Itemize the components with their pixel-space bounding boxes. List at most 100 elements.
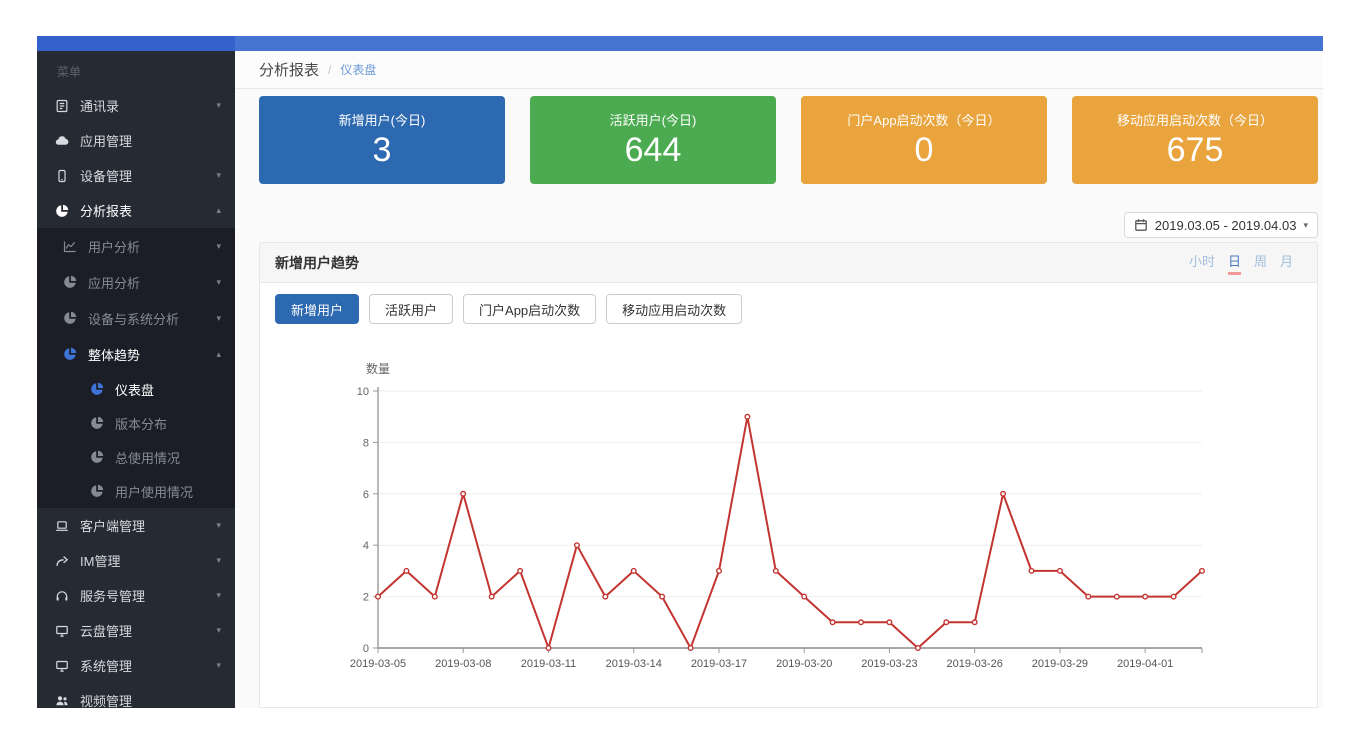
sidebar-item-label: 分析报表 xyxy=(80,201,132,220)
pie-chart-icon xyxy=(63,311,77,325)
sidebar-item-analytics-reports[interactable]: 分析报表 ▴ xyxy=(37,193,235,228)
sidebar-item-app-management[interactable]: 应用管理 xyxy=(37,123,235,158)
series-button-portal-app-launches[interactable]: 门户App启动次数 xyxy=(463,294,596,324)
trend-panel-body: 新增用户活跃用户门户App启动次数移动应用启动次数 0246810数量2019-… xyxy=(260,294,1317,673)
series-button-active-users[interactable]: 活跃用户 xyxy=(369,294,453,324)
sidebar-menu-label: 菜单 xyxy=(37,51,235,88)
period-tabs: 小时日周月 xyxy=(1189,251,1293,275)
svg-text:2019-03-20: 2019-03-20 xyxy=(776,658,832,670)
sidebar-item-system-management[interactable]: 系统管理 ▾ xyxy=(37,648,235,683)
sidebar-item-client-management[interactable]: 客户端管理▾ xyxy=(37,508,235,543)
svg-text:数量: 数量 xyxy=(366,361,390,376)
svg-text:2019-04-01: 2019-04-01 xyxy=(1117,658,1173,670)
sidebar-item-version-distribution[interactable]: 版本分布 xyxy=(37,406,235,440)
sidebar-item-label: 通讯录 xyxy=(80,96,119,115)
sidebar-item-app-analysis[interactable]: 应用分析 ▾ xyxy=(37,264,235,300)
sidebar-item-dashboard[interactable]: 仪表盘 xyxy=(37,372,235,406)
mobile-icon xyxy=(55,169,69,183)
breadcrumb-current-link[interactable]: 仪表盘 xyxy=(340,61,376,78)
period-tab-week[interactable]: 周 xyxy=(1254,251,1267,275)
svg-text:6: 6 xyxy=(363,489,369,501)
svg-text:2: 2 xyxy=(363,592,369,604)
contacts-icon xyxy=(55,99,69,113)
chevron-up-icon: ▴ xyxy=(216,350,221,359)
calendar-icon xyxy=(1134,218,1148,232)
stat-card-label: 活跃用户(今日) xyxy=(530,110,776,129)
pie-chart-icon xyxy=(90,382,104,396)
sidebar-item-label: 应用分析 xyxy=(88,273,140,292)
period-tab-day[interactable]: 日 xyxy=(1228,251,1241,275)
chevron-down-icon: ▾ xyxy=(216,314,221,323)
date-range-picker[interactable]: 2019.03.05 - 2019.04.03 ▾ xyxy=(1124,212,1318,238)
period-tab-month[interactable]: 月 xyxy=(1280,251,1293,275)
chevron-down-icon: ▾ xyxy=(216,661,221,670)
stat-card-value: 644 xyxy=(530,131,776,170)
users-icon xyxy=(55,694,69,708)
sidebar-item-user-usage[interactable]: 用户使用情况 xyxy=(37,474,235,508)
stat-card-active-users-today: 活跃用户(今日) 644 xyxy=(530,96,776,184)
stat-cards-row: 新增用户(今日)3活跃用户(今日)644门户App启动次数（今日）0移动应用启动… xyxy=(259,96,1318,184)
content-area: 新增用户(今日)3活跃用户(今日)644门户App启动次数（今日）0移动应用启动… xyxy=(235,89,1323,708)
trend-panel: 新增用户趋势 小时日周月 新增用户活跃用户门户App启动次数移动应用启动次数 0… xyxy=(259,242,1318,708)
svg-text:2019-03-17: 2019-03-17 xyxy=(691,658,747,670)
sidebar-item-user-analysis[interactable]: 用户分析▾ xyxy=(37,228,235,264)
series-buttons-row: 新增用户活跃用户门户App启动次数移动应用启动次数 xyxy=(275,294,1317,324)
sidebar-item-im-management[interactable]: IM管理 ▾ xyxy=(37,543,235,578)
svg-text:2019-03-08: 2019-03-08 xyxy=(435,658,491,670)
series-button-new-users[interactable]: 新增用户 xyxy=(275,294,359,324)
sidebar-item-device-management[interactable]: 设备管理▾ xyxy=(37,158,235,193)
chevron-down-icon: ▾ xyxy=(216,556,221,565)
chevron-down-icon: ▾ xyxy=(216,278,221,287)
breadcrumb-parent-link[interactable]: 分析报表 xyxy=(259,59,319,80)
sidebar-item-label: 系统管理 xyxy=(80,656,132,675)
sidebar-item-total-usage[interactable]: 总使用情况 xyxy=(37,440,235,474)
caret-down-icon: ▾ xyxy=(1303,220,1308,231)
sidebar-item-overall-trend[interactable]: 整体趋势▴ xyxy=(37,336,235,372)
svg-text:2019-03-11: 2019-03-11 xyxy=(521,658,576,670)
sidebar-item-label: 设备管理 xyxy=(80,166,132,185)
page: 菜单 通讯录▾应用管理设备管理▾分析报表▴用户分析▾应用分析▾设备与系统分析▾整… xyxy=(0,0,1357,745)
sidebar: 菜单 通讯录▾应用管理设备管理▾分析报表▴用户分析▾应用分析▾设备与系统分析▾整… xyxy=(37,51,235,708)
stat-card-label: 新增用户(今日) xyxy=(259,110,505,129)
monitor-icon xyxy=(55,659,69,673)
svg-text:2019-03-14: 2019-03-14 xyxy=(606,658,662,670)
pie-chart-icon xyxy=(90,450,104,464)
stat-card-mobile-app-launches: 移动应用启动次数（今日）675 xyxy=(1072,96,1318,184)
chevron-down-icon: ▾ xyxy=(216,626,221,635)
chevron-up-icon: ▴ xyxy=(216,206,221,215)
svg-text:8: 8 xyxy=(363,437,369,449)
series-button-mobile-app-launches[interactable]: 移动应用启动次数 xyxy=(606,294,742,324)
sidebar-item-label: 总使用情况 xyxy=(115,448,180,467)
svg-text:2019-03-26: 2019-03-26 xyxy=(947,658,1003,670)
sidebar-item-label: 应用管理 xyxy=(80,131,132,150)
sidebar-item-video-management[interactable]: 视频管理 xyxy=(37,683,235,708)
pie-chart-icon xyxy=(63,347,77,361)
period-tab-hour[interactable]: 小时 xyxy=(1189,251,1215,275)
share-icon xyxy=(55,554,69,568)
sidebar-item-label: 用户分析 xyxy=(88,237,140,256)
sidebar-item-label: IM管理 xyxy=(80,551,120,570)
svg-text:4: 4 xyxy=(363,540,369,552)
chevron-down-icon: ▾ xyxy=(216,101,221,110)
sidebar-item-cloud-drive-management[interactable]: 云盘管理▾ xyxy=(37,613,235,648)
stat-card-label: 移动应用启动次数（今日） xyxy=(1072,110,1318,129)
chevron-down-icon: ▾ xyxy=(216,591,221,600)
breadcrumb: 分析报表 / 仪表盘 xyxy=(235,51,1323,89)
date-range-value: 2019.03.05 - 2019.04.03 xyxy=(1155,218,1297,233)
svg-text:2019-03-23: 2019-03-23 xyxy=(861,658,917,670)
breadcrumb-separator: / xyxy=(328,63,331,77)
sidebar-item-label: 设备与系统分析 xyxy=(88,309,179,328)
toolbar-row: 2019.03.05 - 2019.04.03 ▾ xyxy=(259,212,1318,238)
trend-line-chart[interactable]: 0246810数量2019-03-052019-03-082019-03-112… xyxy=(260,343,1317,673)
cloud-icon xyxy=(55,134,69,148)
panel-title: 新增用户趋势 xyxy=(275,253,359,273)
line-chart-icon xyxy=(63,239,77,253)
svg-text:10: 10 xyxy=(357,386,369,398)
sidebar-item-device-system-analysis[interactable]: 设备与系统分析 ▾ xyxy=(37,300,235,336)
sidebar-item-contacts[interactable]: 通讯录 ▾ xyxy=(37,88,235,123)
sidebar-item-label: 客户端管理 xyxy=(80,516,145,535)
monitor-icon xyxy=(55,624,69,638)
pie-chart-icon xyxy=(90,416,104,430)
main-area: 分析报表 / 仪表盘 新增用户(今日)3活跃用户(今日)644门户App启动次数… xyxy=(235,51,1323,708)
sidebar-item-service-account-management[interactable]: 服务号管理▾ xyxy=(37,578,235,613)
